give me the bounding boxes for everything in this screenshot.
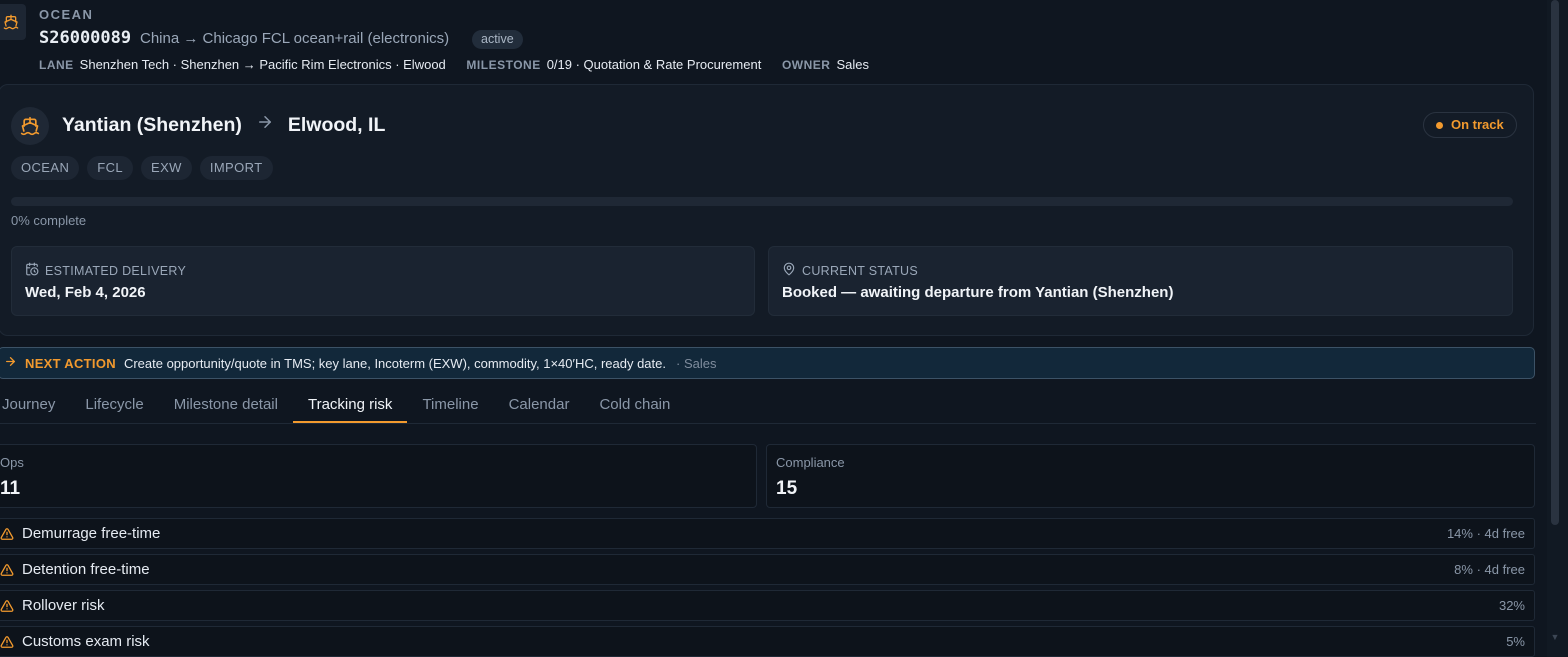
risk-row: Rollover risk 32% xyxy=(0,590,1535,621)
ops-label: Ops xyxy=(0,455,24,470)
ship-icon xyxy=(11,107,49,145)
tag-load: FCL xyxy=(87,156,133,180)
map-pin-icon xyxy=(782,262,796,279)
progress-text: 0% complete xyxy=(11,213,87,228)
tab-milestone-detail[interactable]: Milestone detail xyxy=(159,388,293,423)
risk-name: Customs exam risk xyxy=(22,633,150,650)
on-track-label: On track xyxy=(1451,117,1504,132)
status-badge: active xyxy=(472,30,523,49)
next-action-owner: · Sales xyxy=(676,355,717,371)
warning-icon xyxy=(0,527,14,541)
status-dot-icon xyxy=(1436,121,1443,129)
tab-tracking-risk[interactable]: Tracking risk xyxy=(292,388,408,423)
ops-value: 11 xyxy=(0,478,21,499)
risk-row: Customs exam risk 5% xyxy=(0,626,1535,657)
next-action-label: NEXT ACTION xyxy=(25,355,116,371)
on-track-badge: On track xyxy=(1423,112,1517,138)
compliance-stat-card: Compliance 15 xyxy=(766,444,1535,508)
compliance-value: 15 xyxy=(776,478,798,499)
transport-mode: OCEAN xyxy=(39,7,94,22)
estimated-delivery-box: ESTIMATED DELIVERY Wed, Feb 4, 2026 xyxy=(11,246,755,316)
warning-icon xyxy=(0,635,14,649)
tag-direction: IMPORT xyxy=(199,156,273,180)
risk-value: 5% xyxy=(1506,634,1525,649)
risk-value: 14% · 4d free xyxy=(1446,526,1525,541)
risk-value: 32% xyxy=(1498,598,1525,613)
current-status-label: CURRENT STATUS xyxy=(802,263,919,278)
next-action-text: Create opportunity/quote in TMS; key lan… xyxy=(123,355,666,371)
lane-label: LANE xyxy=(39,58,74,72)
route-tags: OCEAN FCL EXW IMPORT xyxy=(11,156,273,180)
risk-value: 8% · 4d free xyxy=(1454,562,1525,577)
tab-lifecycle[interactable]: Lifecycle xyxy=(70,388,158,423)
risk-row: Demurrage free-time 14% · 4d free xyxy=(0,518,1535,549)
tab-timeline[interactable]: Timeline xyxy=(407,388,493,423)
tab-calendar[interactable]: Calendar xyxy=(494,388,585,423)
milestone-label: MILESTONE xyxy=(466,58,541,72)
milestone-value: 0/19 · Quotation & Rate Procurement xyxy=(546,57,762,72)
route-origin: Yantian (Shenzhen) xyxy=(62,113,242,136)
shipment-id: S26000089 xyxy=(39,28,132,48)
route-destination: Elwood, IL xyxy=(287,113,386,136)
ship-icon xyxy=(0,4,26,40)
calendar-clock-icon xyxy=(25,262,39,279)
ops-stat-card: Ops 11 xyxy=(0,444,757,508)
tag-incoterm: EXW xyxy=(141,156,192,180)
warning-icon xyxy=(0,563,14,577)
current-status-value: Booked — awaiting departure from Yantian… xyxy=(782,284,1174,301)
progress-bar xyxy=(11,197,1513,206)
route-title: Yantian (Shenzhen) Elwood, IL xyxy=(62,113,385,137)
risk-row: Detention free-time 8% · 4d free xyxy=(0,554,1535,585)
arrow-right-icon xyxy=(4,355,17,371)
compliance-label: Compliance xyxy=(776,455,845,470)
next-action-banner: NEXT ACTION Create opportunity/quote in … xyxy=(0,347,1535,379)
risk-name: Rollover risk xyxy=(22,597,105,614)
arrow-right-icon xyxy=(256,113,274,137)
current-status-box: CURRENT STATUS Booked — awaiting departu… xyxy=(768,246,1513,316)
estimated-delivery-label: ESTIMATED DELIVERY xyxy=(45,263,187,278)
estimated-delivery-value: Wed, Feb 4, 2026 xyxy=(25,284,146,301)
tab-bar: Journey Lifecycle Milestone detail Track… xyxy=(0,388,1536,424)
risk-name: Demurrage free-time xyxy=(22,525,161,542)
tab-journey[interactable]: Journey xyxy=(0,388,70,423)
shipment-meta: LANE Shenzhen Tech · Shenzhen → Pacific R… xyxy=(39,57,886,72)
owner-value: Sales xyxy=(836,57,869,72)
tab-cold-chain[interactable]: Cold chain xyxy=(584,388,685,423)
tag-mode: OCEAN xyxy=(11,156,80,180)
shipment-description: China → Chicago FCL ocean+rail (electron… xyxy=(140,30,450,47)
risk-name: Detention free-time xyxy=(22,561,150,578)
scroll-down-icon[interactable]: ▼ xyxy=(1549,632,1561,642)
lane-value: Shenzhen Tech · Shenzhen → Pacific Rim E… xyxy=(79,57,446,72)
warning-icon xyxy=(0,599,14,613)
scrollbar-thumb[interactable] xyxy=(1551,0,1559,525)
owner-label: OWNER xyxy=(781,58,831,72)
